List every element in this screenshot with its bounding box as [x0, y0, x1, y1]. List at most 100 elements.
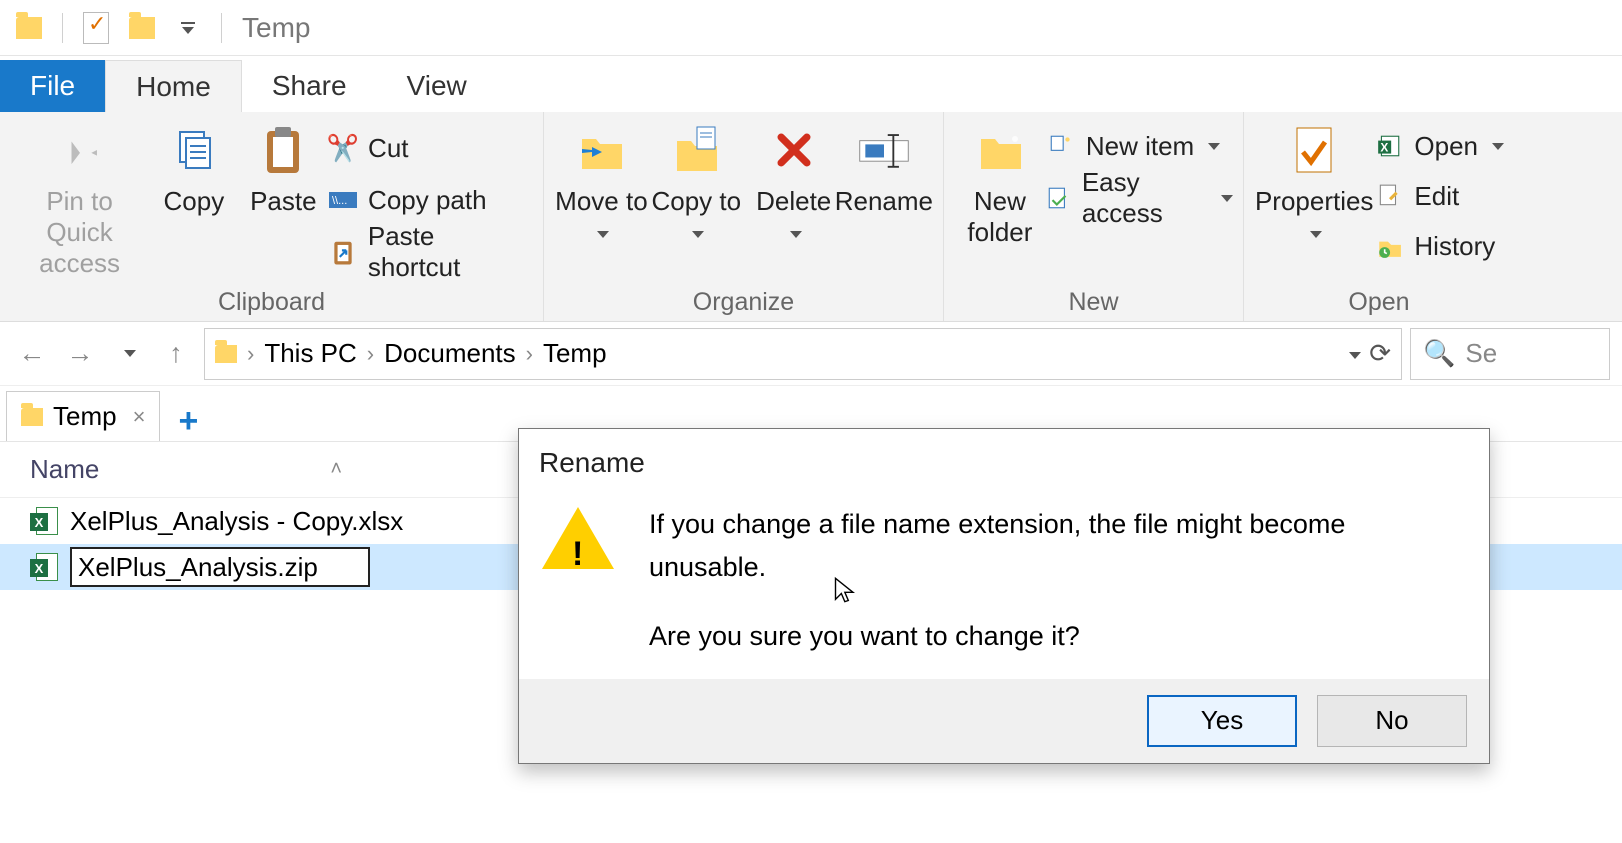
- move-to-button[interactable]: Move to: [554, 118, 649, 248]
- tab-file[interactable]: File: [0, 60, 105, 112]
- copy-to-button[interactable]: Copy to: [649, 118, 744, 248]
- address-bar[interactable]: › This PC › Documents › Temp ⟳: [204, 328, 1402, 380]
- rename-label: Rename: [835, 186, 933, 217]
- chevron-right-icon[interactable]: ›: [247, 341, 254, 367]
- paste-icon: [255, 124, 311, 176]
- pin-icon: [52, 124, 108, 176]
- search-placeholder: Se: [1465, 338, 1497, 369]
- copy-button[interactable]: Copy: [149, 118, 238, 217]
- excel-file-icon: X: [30, 507, 58, 535]
- new-folder-label: New folder: [954, 186, 1046, 248]
- group-organize: Move to Copy to Delete Rename Organize: [544, 112, 944, 321]
- delete-icon: [766, 124, 822, 176]
- copy-icon: [166, 124, 222, 176]
- no-button[interactable]: No: [1317, 695, 1467, 747]
- easy-access-icon: [1046, 183, 1072, 213]
- pin-to-quick-access-button[interactable]: Pin to Quick access: [10, 118, 149, 279]
- column-name[interactable]: Name: [30, 454, 99, 485]
- copy-path-button[interactable]: \\...Copy path: [328, 176, 533, 224]
- rename-icon: [856, 124, 912, 176]
- rename-button[interactable]: Rename: [835, 118, 933, 217]
- paste-shortcut-button[interactable]: Paste shortcut: [328, 228, 533, 276]
- new-item-button[interactable]: New item: [1046, 122, 1233, 170]
- rename-input[interactable]: [70, 547, 370, 587]
- properties-label: Properties: [1254, 186, 1374, 248]
- new-item-icon: [1046, 131, 1076, 161]
- chevron-right-icon[interactable]: ›: [367, 341, 374, 367]
- paste-shortcut-icon: [328, 237, 358, 267]
- edit-button[interactable]: Edit: [1374, 172, 1504, 220]
- breadcrumb-temp[interactable]: Temp: [543, 338, 607, 369]
- copy-label: Copy: [164, 186, 225, 217]
- history-button[interactable]: History: [1374, 222, 1504, 270]
- forward-button[interactable]: →: [60, 334, 100, 374]
- edit-icon: [1374, 181, 1404, 211]
- copy-path-icon: \\...: [328, 185, 358, 215]
- separator: [62, 13, 63, 43]
- refresh-button[interactable]: ⟳: [1369, 338, 1391, 369]
- delete-button[interactable]: Delete: [753, 118, 835, 248]
- excel-open-icon: X: [1374, 131, 1404, 161]
- group-organize-label: Organize: [554, 282, 933, 317]
- cut-button[interactable]: ✂️Cut: [328, 124, 533, 172]
- warning-icon: [543, 503, 613, 573]
- dialog-title: Rename: [519, 429, 1489, 479]
- up-button[interactable]: ↑: [156, 334, 196, 374]
- ribbon-tabs: File Home Share View: [0, 56, 1622, 112]
- title-bar: Temp: [0, 0, 1622, 56]
- back-button[interactable]: ←: [12, 334, 52, 374]
- cut-icon: ✂️: [328, 133, 358, 163]
- window-title: Temp: [242, 12, 310, 44]
- svg-text:\\...: \\...: [332, 195, 347, 207]
- recent-dropdown[interactable]: [108, 334, 148, 374]
- open-button[interactable]: XOpen: [1374, 122, 1504, 170]
- address-dropdown-button[interactable]: [1345, 338, 1361, 369]
- chevron-right-icon[interactable]: ›: [526, 341, 533, 367]
- tab-home[interactable]: Home: [105, 60, 242, 112]
- rename-dialog: Rename If you change a file name extensi…: [518, 428, 1490, 764]
- tab-view[interactable]: View: [377, 60, 497, 112]
- group-clipboard: Pin to Quick access Copy Paste ✂️Cut \\.…: [0, 112, 544, 321]
- move-to-icon: [573, 124, 629, 176]
- yes-button[interactable]: Yes: [1147, 695, 1297, 747]
- ribbon: Pin to Quick access Copy Paste ✂️Cut \\.…: [0, 112, 1622, 322]
- breadcrumb-this-pc[interactable]: This PC: [264, 338, 356, 369]
- copy-to-icon: [668, 124, 724, 176]
- group-open: Properties XOpen Edit History Open: [1244, 112, 1514, 321]
- paste-button[interactable]: Paste: [239, 118, 328, 217]
- pin-label: Pin to Quick access: [10, 186, 149, 279]
- qat-customize-dropdown[interactable]: [173, 13, 203, 43]
- qat-folder-icon[interactable]: [127, 13, 157, 43]
- add-tab-button[interactable]: +: [160, 402, 216, 441]
- qat-properties-icon[interactable]: [81, 13, 111, 43]
- group-clipboard-label: Clipboard: [10, 282, 533, 317]
- delete-label: Delete: [753, 186, 835, 248]
- file-name: XelPlus_Analysis - Copy.xlsx: [70, 506, 403, 537]
- properties-button[interactable]: Properties: [1254, 118, 1374, 248]
- search-icon: 🔍: [1423, 338, 1455, 369]
- paste-label: Paste: [250, 186, 317, 217]
- search-box[interactable]: 🔍 Se: [1410, 328, 1610, 380]
- folder-tab-temp[interactable]: Temp ×: [6, 391, 160, 441]
- easy-access-button[interactable]: Easy access: [1046, 174, 1233, 222]
- folder-icon: [215, 345, 237, 363]
- tab-share[interactable]: Share: [242, 60, 377, 112]
- new-folder-icon: [972, 124, 1028, 176]
- folder-icon: [21, 408, 43, 426]
- folder-tab-label: Temp: [53, 401, 117, 432]
- group-new-label: New: [954, 282, 1233, 317]
- separator: [221, 13, 222, 43]
- svg-text:X: X: [1381, 140, 1389, 154]
- move-to-label: Move to: [554, 186, 649, 248]
- close-tab-button[interactable]: ×: [133, 404, 146, 430]
- app-folder-icon: [14, 13, 44, 43]
- group-new: New folder New item Easy access New: [944, 112, 1244, 321]
- sort-ascending-icon: ˄: [330, 458, 342, 481]
- dialog-message-line2: Are you sure you want to change it?: [649, 615, 1465, 658]
- group-open-label: Open: [1254, 282, 1504, 317]
- excel-file-icon: X: [30, 553, 58, 581]
- navigation-bar: ← → ↑ › This PC › Documents › Temp ⟳ 🔍 S…: [0, 322, 1622, 386]
- copy-to-label: Copy to: [649, 186, 744, 248]
- new-folder-button[interactable]: New folder: [954, 118, 1046, 248]
- breadcrumb-documents[interactable]: Documents: [384, 338, 516, 369]
